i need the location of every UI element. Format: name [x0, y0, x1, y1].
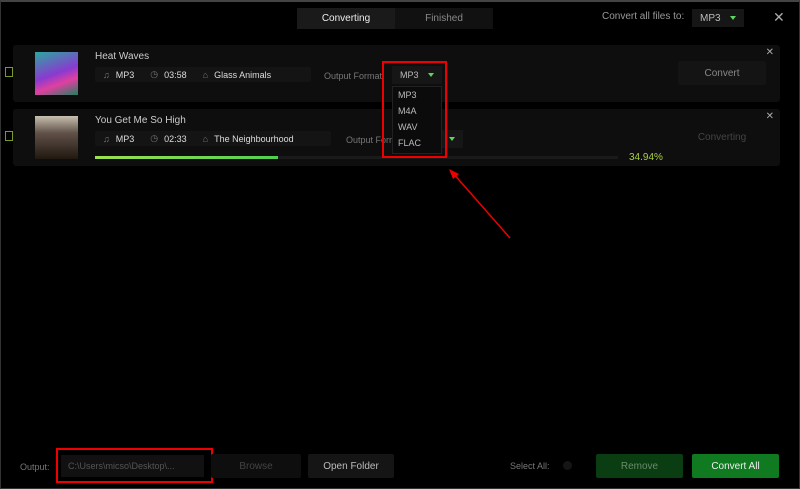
- convert-all-button[interactable]: Convert All: [692, 454, 779, 478]
- annotation-arrow: [449, 169, 511, 239]
- select-all-label: Select All:: [510, 461, 550, 471]
- highlight-box: [56, 448, 213, 483]
- open-folder-button[interactable]: Open Folder: [308, 454, 394, 478]
- output-label: Output:: [20, 462, 50, 472]
- browse-button[interactable]: Browse: [211, 454, 301, 478]
- remove-button[interactable]: Remove: [596, 454, 683, 478]
- select-all-checkbox[interactable]: [563, 461, 572, 470]
